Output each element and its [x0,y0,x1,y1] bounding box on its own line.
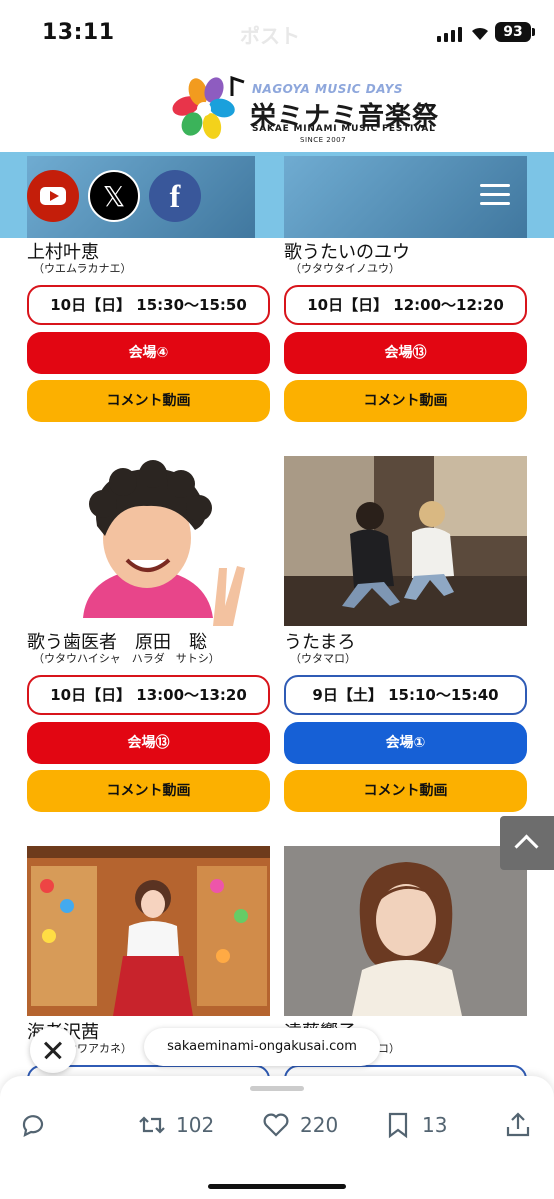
comment-video-button[interactable]: コメント動画 [27,380,270,422]
share-button[interactable] [504,1110,532,1140]
comment-video-button[interactable]: コメント動画 [284,770,527,812]
venue-button[interactable]: 会場④ [27,332,270,374]
artist-photo-image [284,456,527,626]
like-button[interactable]: 220 [262,1110,338,1140]
artist-photo[interactable] [284,456,527,626]
post-header-title: ポスト [240,24,300,48]
youtube-link[interactable] [27,170,79,222]
reply-button[interactable] [18,1110,46,1140]
repost-button[interactable]: 102 [138,1110,214,1140]
like-count: 220 [300,1113,339,1137]
site-logo[interactable]: NAGOYA MUSIC DAYS 栄ミナミ音楽祭 SAKAE MINAMI M… [0,64,554,152]
logo-top-text: NAGOYA MUSIC DAYS [252,82,403,96]
artist-kana: （ウタウハイシャ ハラダ サトシ） [33,652,220,665]
status-bar: 13:11 ポスト 93 [0,0,554,64]
scroll-to-top-button[interactable] [500,816,554,870]
artist-photo-image [27,456,270,626]
post-action-bar: 102 220 13 [0,1076,554,1199]
performance-time: 10日【日】 13:00〜13:20 [27,675,270,715]
venue-button[interactable]: 会場① [284,722,527,764]
close-icon[interactable] [30,1027,76,1073]
artist-photo[interactable] [284,846,527,1016]
artist-kana: （ウエムラカナエ） [33,262,132,275]
link-preview-url[interactable]: sakaeminami-ongakusai.com [144,1028,380,1066]
bookmark-button[interactable]: 13 [384,1110,447,1140]
logo-since-text: SINCE 2007 [300,136,347,144]
logo-sub-text: SAKAE MINAMI MUSIC FESTIVAL [252,124,436,134]
artist-photo-image [284,846,527,1016]
artist-card: うたまろ （ウタマロ） 9日【土】 15:10〜15:40 会場① コメント動画 [284,456,527,816]
artist-photo-image [27,846,270,1016]
cellular-signal-icon [437,26,463,42]
artist-card: 歌うたいのユウ （ウタウタイノユウ） 10日【日】 12:00〜12:20 会場… [284,238,527,424]
venue-button[interactable]: 会場⑬ [27,722,270,764]
repost-count: 102 [176,1113,215,1137]
wifi-icon [472,27,488,40]
artist-photo[interactable] [27,846,270,1016]
site-header-band: 𝕏 f [0,152,554,238]
reply-icon [22,1115,44,1137]
performance-time: 10日【日】 12:00〜12:20 [284,285,527,325]
repost-icon [139,1116,165,1134]
facebook-link[interactable]: f [149,170,201,222]
comment-video-button[interactable]: コメント動画 [284,380,527,422]
artist-kana: （ウタマロ） [290,652,356,665]
venue-button[interactable]: 会場⑬ [284,332,527,374]
comment-video-button[interactable]: コメント動画 [27,770,270,812]
share-icon [506,1112,530,1137]
youtube-icon [40,187,66,205]
x-link[interactable]: 𝕏 [88,170,140,222]
battery-icon: 93 [495,22,535,42]
performance-time: 9日【土】 15:10〜15:40 [284,675,527,715]
home-indicator[interactable] [208,1184,346,1189]
bookmark-count: 13 [422,1113,448,1137]
bookmark-icon [388,1112,408,1139]
sheet-grab-handle[interactable] [250,1086,304,1091]
heart-icon [263,1113,289,1137]
artist-kana: （ウタウタイノユウ） [290,262,400,275]
artist-card: 歌う歯医者 原田 聡 （ウタウハイシャ ハラダ サトシ） 10日【日】 13:0… [27,456,270,816]
status-time: 13:11 [42,20,115,45]
hamburger-menu-icon[interactable] [480,184,510,206]
performance-time: 10日【日】 15:30〜15:50 [27,285,270,325]
festival-logo-icon [172,76,245,139]
artist-card: 上村叶恵 （ウエムラカナエ） 10日【日】 15:30〜15:50 会場④ コメ… [27,238,270,424]
facebook-icon: f [169,177,181,214]
x-icon: 𝕏 [102,179,126,213]
artist-photo[interactable] [27,456,270,626]
